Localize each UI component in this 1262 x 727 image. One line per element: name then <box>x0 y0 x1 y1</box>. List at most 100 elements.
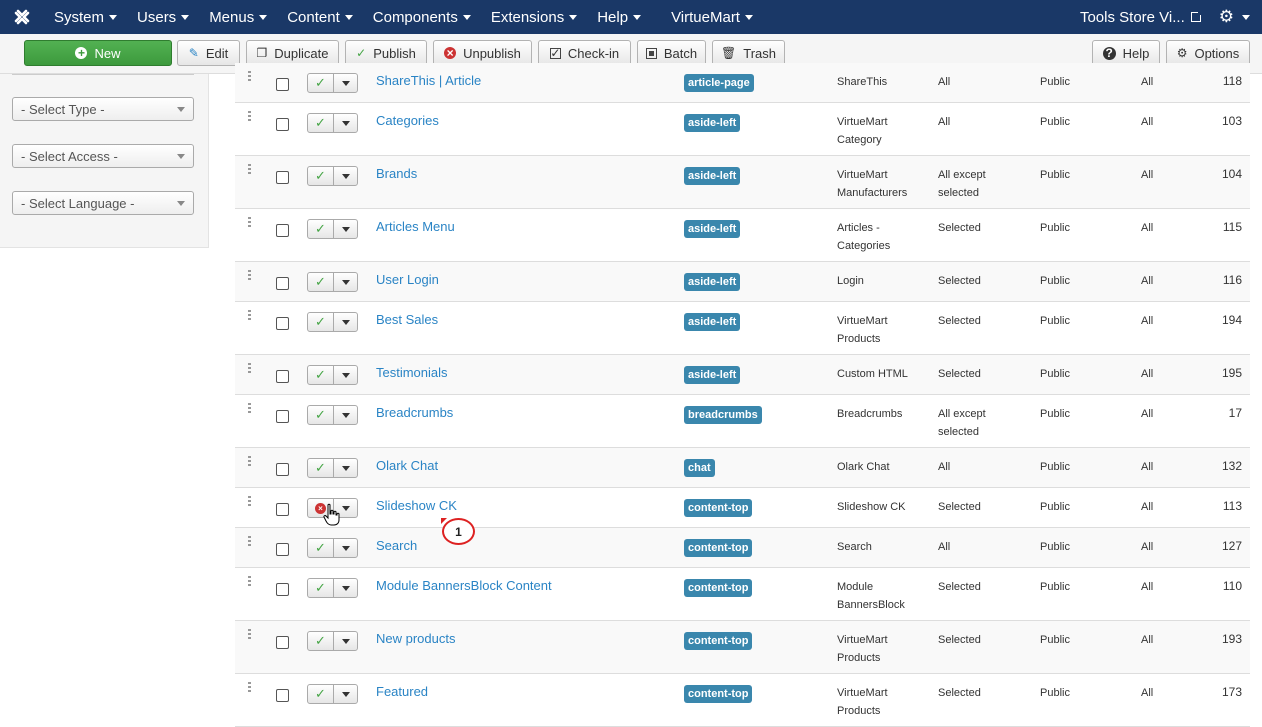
publish-state-button[interactable]: ✓ <box>308 74 334 92</box>
drag-handle-icon[interactable] <box>248 496 251 508</box>
drag-handle-icon[interactable] <box>248 270 251 282</box>
new-button[interactable]: + New <box>24 40 172 66</box>
status-toggle[interactable]: ✓ <box>307 631 358 651</box>
drag-handle-icon[interactable] <box>248 217 251 229</box>
row-checkbox[interactable] <box>276 171 289 184</box>
publish-state-button[interactable]: ✓ <box>308 632 334 650</box>
publish-state-button[interactable]: ✓ <box>308 114 334 132</box>
row-checkbox[interactable] <box>276 410 289 423</box>
drag-handle-icon[interactable] <box>248 363 251 375</box>
gear-icon: ⚙ <box>1176 46 1188 60</box>
drag-handle-icon[interactable] <box>248 456 251 468</box>
publish-state-button[interactable]: ✓ <box>308 685 334 703</box>
actions-dropdown[interactable] <box>334 539 357 557</box>
module-title-link[interactable]: Module BannersBlock Content <box>376 578 552 593</box>
status-toggle[interactable]: ✓ <box>307 538 358 558</box>
nav-help[interactable]: Help <box>587 0 651 34</box>
status-toggle[interactable]: ✓ <box>307 73 358 93</box>
nav-menus[interactable]: Menus <box>199 0 277 34</box>
actions-dropdown[interactable] <box>334 220 357 238</box>
status-toggle[interactable]: ✓ <box>307 684 358 704</box>
select-language[interactable]: - Select Language - <box>12 191 194 215</box>
nav-system[interactable]: System <box>44 0 127 34</box>
publish-state-button[interactable]: ✓ <box>308 220 334 238</box>
status-toggle[interactable]: ✓ <box>307 219 358 239</box>
drag-handle-icon[interactable] <box>248 682 251 694</box>
row-checkbox[interactable] <box>276 224 289 237</box>
row-checkbox[interactable] <box>276 463 289 476</box>
publish-state-button[interactable]: ✓ <box>308 167 334 185</box>
publish-state-button[interactable]: ✓ <box>308 459 334 477</box>
status-toggle[interactable]: ✓ <box>307 272 358 292</box>
actions-dropdown[interactable] <box>334 114 357 132</box>
drag-handle-icon[interactable] <box>248 164 251 176</box>
status-toggle[interactable]: ✓ <box>307 166 358 186</box>
publish-state-button[interactable]: ✓ <box>308 366 334 384</box>
nav-components[interactable]: Components <box>363 0 481 34</box>
module-title-link[interactable]: User Login <box>376 272 439 287</box>
joomla-logo-icon[interactable] <box>0 0 44 34</box>
module-title-link[interactable]: Best Sales <box>376 312 438 327</box>
actions-dropdown[interactable] <box>334 366 357 384</box>
actions-dropdown[interactable] <box>334 273 357 291</box>
actions-dropdown[interactable] <box>334 406 357 424</box>
row-checkbox[interactable] <box>276 689 289 702</box>
chevron-down-icon <box>744 14 753 20</box>
publish-state-button[interactable]: ✓ <box>308 313 334 331</box>
nav-virtuemart[interactable]: VirtueMart <box>651 0 763 34</box>
module-title-link[interactable]: Slideshow CK <box>376 498 457 513</box>
publish-state-button[interactable]: ✓ <box>308 406 334 424</box>
drag-handle-icon[interactable] <box>248 629 251 641</box>
actions-dropdown[interactable] <box>334 685 357 703</box>
drag-handle-icon[interactable] <box>248 310 251 322</box>
row-checkbox[interactable] <box>276 118 289 131</box>
row-checkbox[interactable] <box>276 636 289 649</box>
publish-state-button[interactable]: ✓ <box>308 539 334 557</box>
status-toggle[interactable]: ✓ <box>307 365 358 385</box>
nav-content[interactable]: Content <box>277 0 363 34</box>
row-checkbox[interactable] <box>276 370 289 383</box>
check-icon: ✓ <box>315 540 326 555</box>
module-title-link[interactable]: Olark Chat <box>376 458 438 473</box>
module-title-link[interactable]: Breadcrumbs <box>376 405 453 420</box>
actions-dropdown[interactable] <box>334 74 357 92</box>
actions-dropdown[interactable] <box>334 579 357 597</box>
module-title-link[interactable]: Search <box>376 538 417 553</box>
row-checkbox[interactable] <box>276 503 289 516</box>
edit-button[interactable]: ✎ Edit <box>177 40 240 66</box>
module-title-link[interactable]: Testimonials <box>376 365 448 380</box>
drag-handle-icon[interactable] <box>248 576 251 588</box>
site-link[interactable]: Tools Store Vi... <box>1080 9 1219 26</box>
row-checkbox[interactable] <box>276 543 289 556</box>
row-checkbox[interactable] <box>276 317 289 330</box>
drag-handle-icon[interactable] <box>248 536 251 548</box>
status-toggle[interactable]: ✓ <box>307 578 358 598</box>
status-toggle[interactable]: ✓ <box>307 312 358 332</box>
row-checkbox[interactable] <box>276 583 289 596</box>
drag-handle-icon[interactable] <box>248 403 251 415</box>
status-toggle[interactable]: ✓ <box>307 405 358 425</box>
publish-state-button[interactable]: ✓ <box>308 273 334 291</box>
select-type[interactable]: - Select Type - <box>12 97 194 121</box>
module-title-link[interactable]: Categories <box>376 113 439 128</box>
module-title-link[interactable]: ShareThis | Article <box>376 73 481 88</box>
drag-handle-icon[interactable] <box>248 111 251 123</box>
nav-users[interactable]: Users <box>127 0 199 34</box>
module-title-link[interactable]: Brands <box>376 166 417 181</box>
user-menu[interactable]: ⚙ <box>1219 7 1262 27</box>
status-toggle[interactable]: ✓ <box>307 113 358 133</box>
row-checkbox[interactable] <box>276 78 289 91</box>
module-title-link[interactable]: Featured <box>376 684 428 699</box>
actions-dropdown[interactable] <box>334 459 357 477</box>
row-checkbox[interactable] <box>276 277 289 290</box>
actions-dropdown[interactable] <box>334 632 357 650</box>
actions-dropdown[interactable] <box>334 313 357 331</box>
actions-dropdown[interactable] <box>334 167 357 185</box>
drag-handle-icon[interactable] <box>248 71 251 83</box>
status-toggle[interactable]: ✓ <box>307 458 358 478</box>
module-title-link[interactable]: Articles Menu <box>376 219 455 234</box>
select-access[interactable]: - Select Access - <box>12 144 194 168</box>
publish-state-button[interactable]: ✓ <box>308 579 334 597</box>
nav-extensions[interactable]: Extensions <box>481 0 587 34</box>
module-title-link[interactable]: New products <box>376 631 455 646</box>
